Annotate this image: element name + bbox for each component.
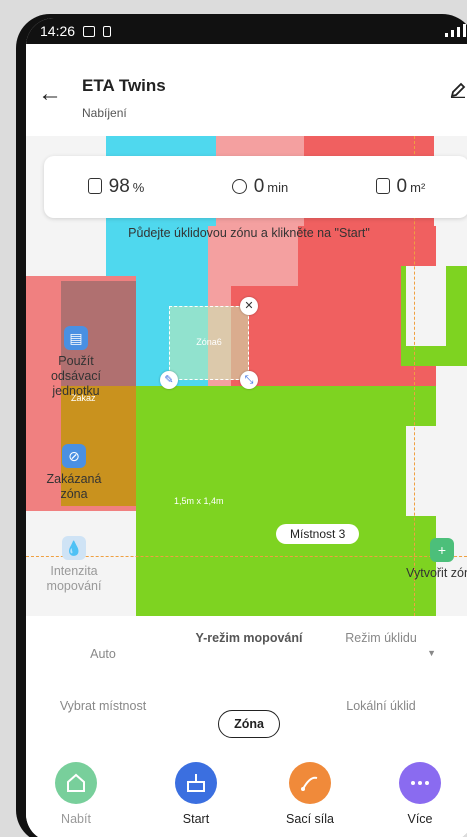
mode-auto[interactable]: Auto bbox=[48, 646, 158, 662]
zone-delete-icon[interactable]: ✕ bbox=[240, 297, 258, 315]
area-stat: 0 m² bbox=[375, 176, 426, 198]
mode-local-clean[interactable]: Lokální úklid bbox=[336, 698, 426, 714]
stats-card: 98 % 0 min 0 m² bbox=[44, 156, 467, 218]
water-drop-icon: 💧 bbox=[62, 536, 86, 560]
room-label[interactable]: Místnost 3 bbox=[276, 524, 360, 544]
cleaning-modes: Auto Y-režim mopování Režim úklidu ▼ Vyb… bbox=[26, 616, 467, 756]
plus-icon: + bbox=[430, 538, 454, 562]
more-button[interactable]: Více bbox=[380, 762, 460, 826]
suction-unit-label: Použít odsávací jednotku bbox=[50, 354, 102, 398]
more-label: Více bbox=[407, 812, 433, 826]
clock-icon bbox=[231, 179, 247, 194]
forbidden-zone-tool[interactable]: ⊘ Zakázaná zóna bbox=[34, 444, 114, 502]
home-icon bbox=[55, 762, 97, 804]
mode-y-mopping[interactable]: Y-režim mopování bbox=[194, 630, 304, 646]
gallery-icon bbox=[83, 25, 96, 37]
cleaning-map[interactable]: Zakaz 98 % 0 min 0 m² Půdejte úklidovou … bbox=[26, 136, 467, 616]
time-unit: min bbox=[267, 180, 289, 195]
zone-size-label: 1,5m x 1,4m bbox=[174, 496, 224, 506]
suction-icon bbox=[289, 762, 331, 804]
area-icon bbox=[375, 178, 390, 194]
map-unknown-area bbox=[406, 426, 467, 516]
create-zone-tool[interactable]: + Vytvořit zónu bbox=[402, 538, 467, 581]
zone-name: Zóna6 bbox=[196, 337, 222, 347]
suction-power-button[interactable]: Sací síla bbox=[270, 762, 350, 826]
phone-frame: 14:26 ← ETA Twins Nabíjení Zakaz 98 % 0 … bbox=[16, 14, 467, 837]
mode-zone[interactable]: Zóna bbox=[218, 710, 280, 738]
battery-value: 98 bbox=[108, 176, 130, 197]
bottom-actions: Nabít Start Sací síla Více bbox=[26, 756, 467, 837]
battery-icon bbox=[87, 178, 102, 194]
mop-intensity-label: Intenzita mopování bbox=[46, 564, 102, 593]
mop-intensity-tool[interactable]: 💧 Intenzita mopování bbox=[34, 536, 114, 594]
start-button[interactable]: Start bbox=[156, 762, 236, 826]
cleaning-zone[interactable]: Zóna6 ✕ ✎ ⤡ bbox=[160, 297, 258, 389]
charge-label: Nabít bbox=[61, 812, 91, 826]
battery-status-icon bbox=[103, 25, 112, 37]
map-hint: Půdejte úklidovou zónu a klikněte na "St… bbox=[128, 226, 370, 240]
map-unknown-area-2 bbox=[406, 266, 446, 346]
charge-button[interactable]: Nabít bbox=[36, 762, 116, 826]
status-time: 14:26 bbox=[40, 23, 76, 39]
forbidden-zone-label: Zakázaná zóna bbox=[46, 472, 102, 501]
device-title: ETA Twins bbox=[82, 76, 166, 95]
status-bar: 14:26 bbox=[26, 18, 467, 44]
suction-unit-tool[interactable]: ▤ Použít odsávací jednotku bbox=[36, 326, 116, 399]
mode-clean-mode[interactable]: Režim úklidu bbox=[336, 630, 426, 646]
battery-unit: % bbox=[132, 180, 145, 195]
back-arrow-icon[interactable]: ← bbox=[38, 80, 62, 108]
caret-down-icon: ▼ bbox=[427, 648, 436, 658]
area-value: 0 bbox=[396, 176, 408, 197]
forbidden-icon: ⊘ bbox=[62, 444, 86, 468]
signal-icon bbox=[445, 24, 466, 37]
app-screen: 14:26 ← ETA Twins Nabíjení Zakaz 98 % 0 … bbox=[26, 18, 467, 837]
edit-pencil-icon[interactable] bbox=[450, 82, 466, 98]
broom-icon bbox=[175, 762, 217, 804]
area-unit: m² bbox=[410, 180, 426, 195]
zone-resize-icon[interactable]: ⤡ bbox=[240, 371, 258, 389]
start-label: Start bbox=[182, 812, 210, 826]
suction-unit-icon: ▤ bbox=[64, 326, 88, 350]
time-stat: 0 min bbox=[231, 176, 289, 198]
create-zone-label: Vytvořit zónu bbox=[406, 566, 467, 580]
mode-select-room[interactable]: Vybrat místnost bbox=[48, 698, 158, 714]
time-value: 0 bbox=[253, 176, 265, 197]
header: ← ETA Twins Nabíjení bbox=[26, 44, 467, 136]
more-dots-icon bbox=[399, 762, 441, 804]
battery-stat: 98 % bbox=[87, 176, 145, 198]
device-status: Nabíjení bbox=[82, 106, 127, 120]
suction-label: Sací síla bbox=[286, 812, 334, 826]
zone-edit-icon[interactable]: ✎ bbox=[160, 371, 178, 389]
